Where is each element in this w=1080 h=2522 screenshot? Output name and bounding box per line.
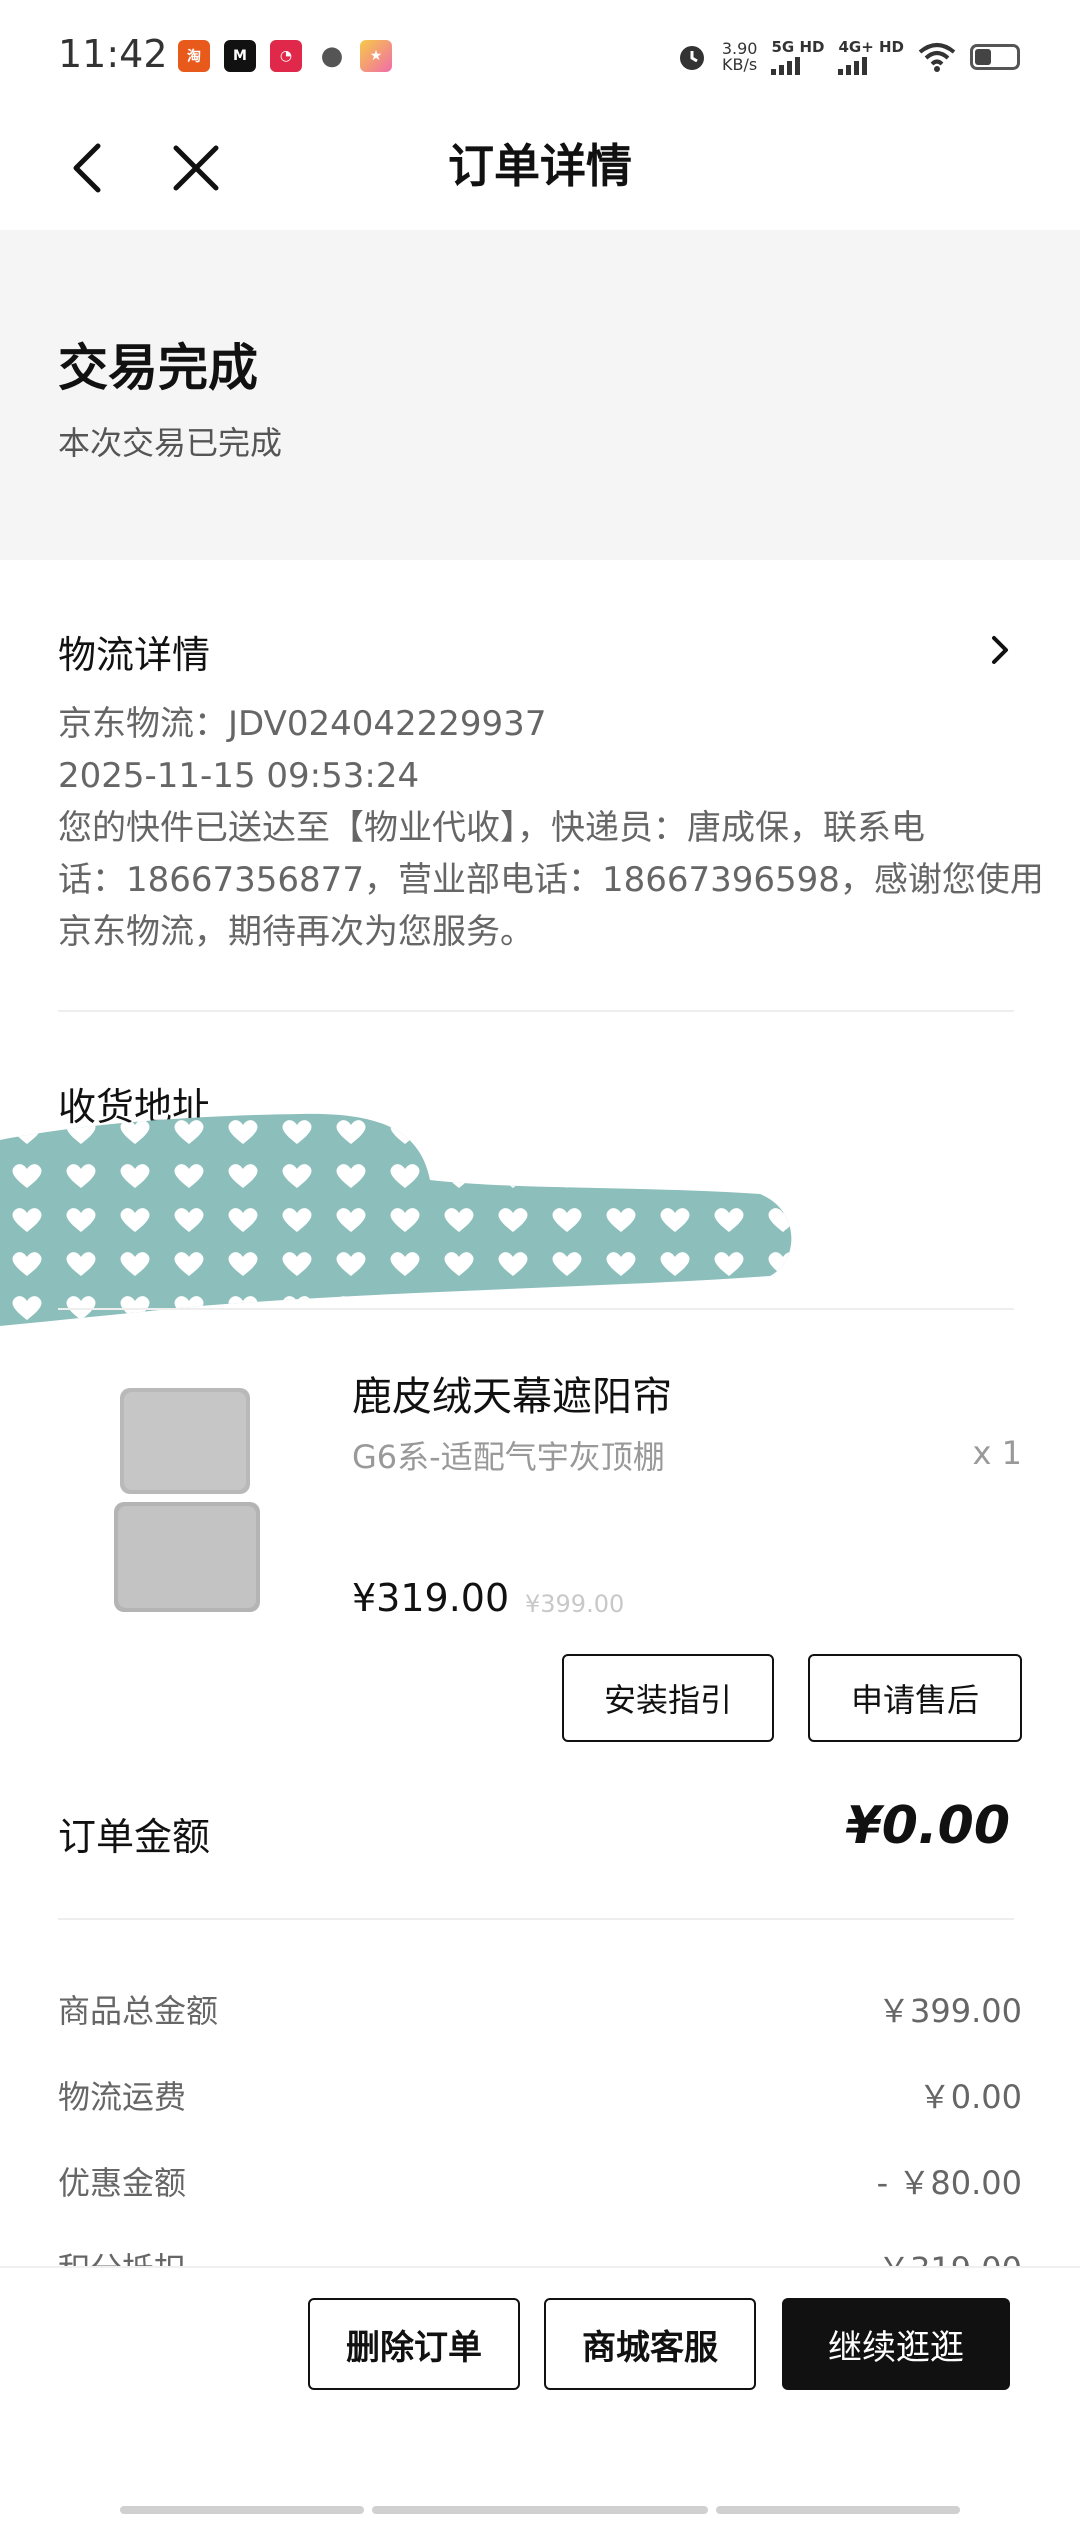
gesture-bar[interactable] [372, 2506, 708, 2514]
battery-icon [970, 44, 1020, 70]
signal-bars-icon [771, 55, 824, 75]
game-app-icon: ★ [360, 40, 392, 72]
logistics-time: 2025-11-15 09:53:24 [58, 756, 420, 796]
address-redaction-mask [0, 1113, 792, 1326]
product-price: ¥319.00 [352, 1576, 510, 1620]
taobao-app-icon: 淘 [178, 40, 210, 72]
chevron-right-icon [992, 636, 1008, 664]
logistics-message-line-2: 话：18667356877，营业部电话：18667396598，感谢您使用 [58, 860, 1044, 900]
logistics-message-line-3: 京东物流，期待再次为您服务。 [58, 912, 534, 952]
subtotal-label: 商品总金额 [58, 1992, 219, 2030]
mix-app-icon: M [224, 40, 256, 72]
logistics-chevron-right-icon[interactable] [980, 630, 1020, 670]
gesture-bar[interactable] [120, 2506, 364, 2514]
divider [58, 1010, 1014, 1012]
order-status-title: 交易完成 [58, 339, 258, 397]
product-original-price: ¥399.00 [525, 1590, 625, 1618]
continue-shopping-button[interactable]: 继续逛逛 [782, 2298, 1010, 2390]
shipping-value: ￥0.00 [918, 2078, 1022, 2116]
product-spec: G6系-适配气宇灰顶棚 [352, 1438, 665, 1476]
sim2-label: 4G+ HD [838, 38, 904, 56]
order-status-subtitle: 本次交易已完成 [58, 424, 283, 462]
status-right-group: 3.90 KB/s 5G HD 4G+ HD [676, 34, 1020, 80]
sim1-signal: 5G HD [771, 39, 824, 75]
logistics-title: 物流详情 [58, 633, 211, 677]
sim1-label: 5G HD [771, 38, 825, 56]
customer-service-button[interactable]: 商城客服 [544, 2298, 756, 2390]
divider [58, 1918, 1014, 1920]
net-speed-unit: KB/s [722, 55, 758, 74]
discount-label: 优惠金额 [58, 2164, 187, 2202]
divider [58, 1308, 1014, 1310]
alarm-icon [679, 46, 704, 70]
product-name[interactable]: 鹿皮绒天幕遮阳帘 [352, 1364, 672, 1422]
signal-bars-icon [838, 55, 904, 75]
red-app-icon: ◔ [270, 40, 302, 72]
delete-order-button[interactable]: 删除订单 [308, 2298, 520, 2390]
page-title: 订单详情 [448, 139, 632, 193]
status-time: 11:42 [58, 32, 168, 76]
discount-value: - ￥80.00 [876, 2164, 1022, 2202]
product-thumbnail[interactable] [110, 1380, 270, 1620]
net-speed: 3.90 KB/s [722, 41, 758, 73]
logistics-tracking: 京东物流：JDV024042229937 [58, 704, 547, 744]
product-quantity: x 1 [972, 1434, 1022, 1472]
order-amount-label: 订单金额 [58, 1815, 211, 1859]
wechat-icon: ● [316, 40, 348, 72]
gesture-bar[interactable] [716, 2506, 960, 2514]
install-guide-button[interactable]: 安装指引 [562, 1654, 774, 1742]
after-sale-button[interactable]: 申请售后 [808, 1654, 1022, 1742]
sim2-signal: 4G+ HD [838, 39, 904, 75]
shipping-label: 物流运费 [58, 2078, 187, 2116]
order-amount-value: ¥0.00 [845, 1796, 1010, 1856]
wifi-icon [918, 43, 956, 72]
subtotal-value: ￥399.00 [878, 1992, 1022, 2030]
logistics-message-line-1: 您的快件已送达至【物业代收】，快递员：唐成保，联系电 [58, 808, 925, 848]
